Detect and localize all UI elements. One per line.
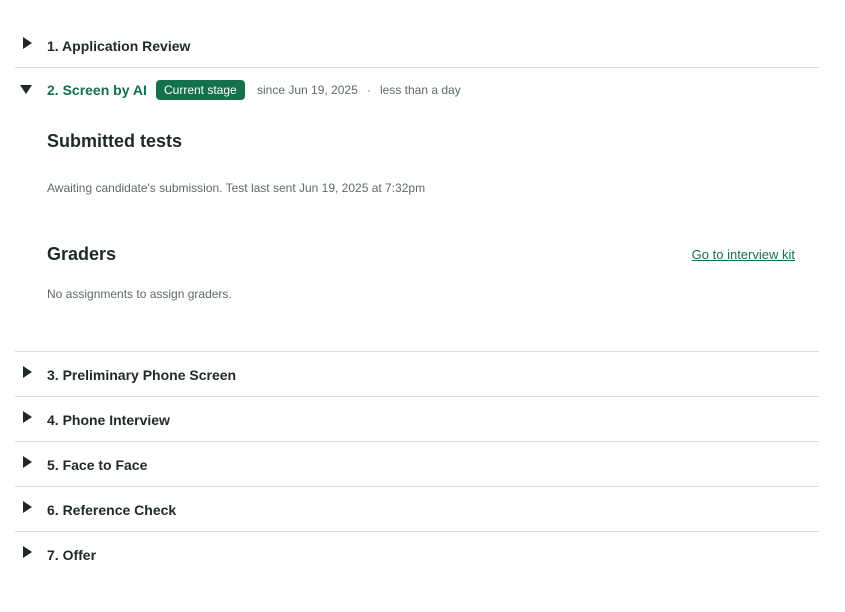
stage-since-date: since Jun 19, 2025 <box>257 83 358 97</box>
caret-right-icon[interactable] <box>23 501 32 513</box>
caret-down-icon[interactable] <box>20 85 32 94</box>
stage-row-application-review[interactable]: 1. Application Review <box>15 23 819 68</box>
interview-kit-link[interactable]: Go to interview kit <box>692 247 795 262</box>
caret-right-icon[interactable] <box>23 546 32 558</box>
graders-heading: Graders <box>47 244 117 264</box>
stage-title: 4. Phone Interview <box>47 412 170 428</box>
stage-title: 1. Application Review <box>47 38 191 54</box>
stage-title: 7. Offer <box>47 547 97 563</box>
stage-title: 5. Face to Face <box>47 457 148 473</box>
meta-separator: · <box>367 83 371 97</box>
graders-empty-text: No assignments to assign graders. <box>47 287 232 301</box>
stage-title: 3. Preliminary Phone Screen <box>47 367 237 383</box>
submitted-tests-heading: Submitted tests <box>47 131 183 151</box>
caret-right-icon[interactable] <box>23 366 32 378</box>
stage-title: 2. Screen by AI <box>47 82 147 98</box>
stage-duration: less than a day <box>380 83 461 97</box>
stage-row-phone-interview[interactable]: 4. Phone Interview <box>15 397 819 442</box>
current-stage-badge: Current stage <box>156 80 245 100</box>
stage-row-offer[interactable]: 7. Offer <box>15 532 819 577</box>
stage-row-face-to-face[interactable]: 5. Face to Face <box>15 442 819 487</box>
submitted-tests-status: Awaiting candidate's submission. Test la… <box>47 181 426 195</box>
caret-right-icon[interactable] <box>23 456 32 468</box>
stage-row-reference-check[interactable]: 6. Reference Check <box>15 487 819 532</box>
stage-row-preliminary-phone-screen[interactable]: 3. Preliminary Phone Screen <box>15 352 819 397</box>
caret-right-icon[interactable] <box>23 411 32 423</box>
caret-right-icon[interactable] <box>23 37 32 49</box>
stage-title: 6. Reference Check <box>47 502 177 518</box>
